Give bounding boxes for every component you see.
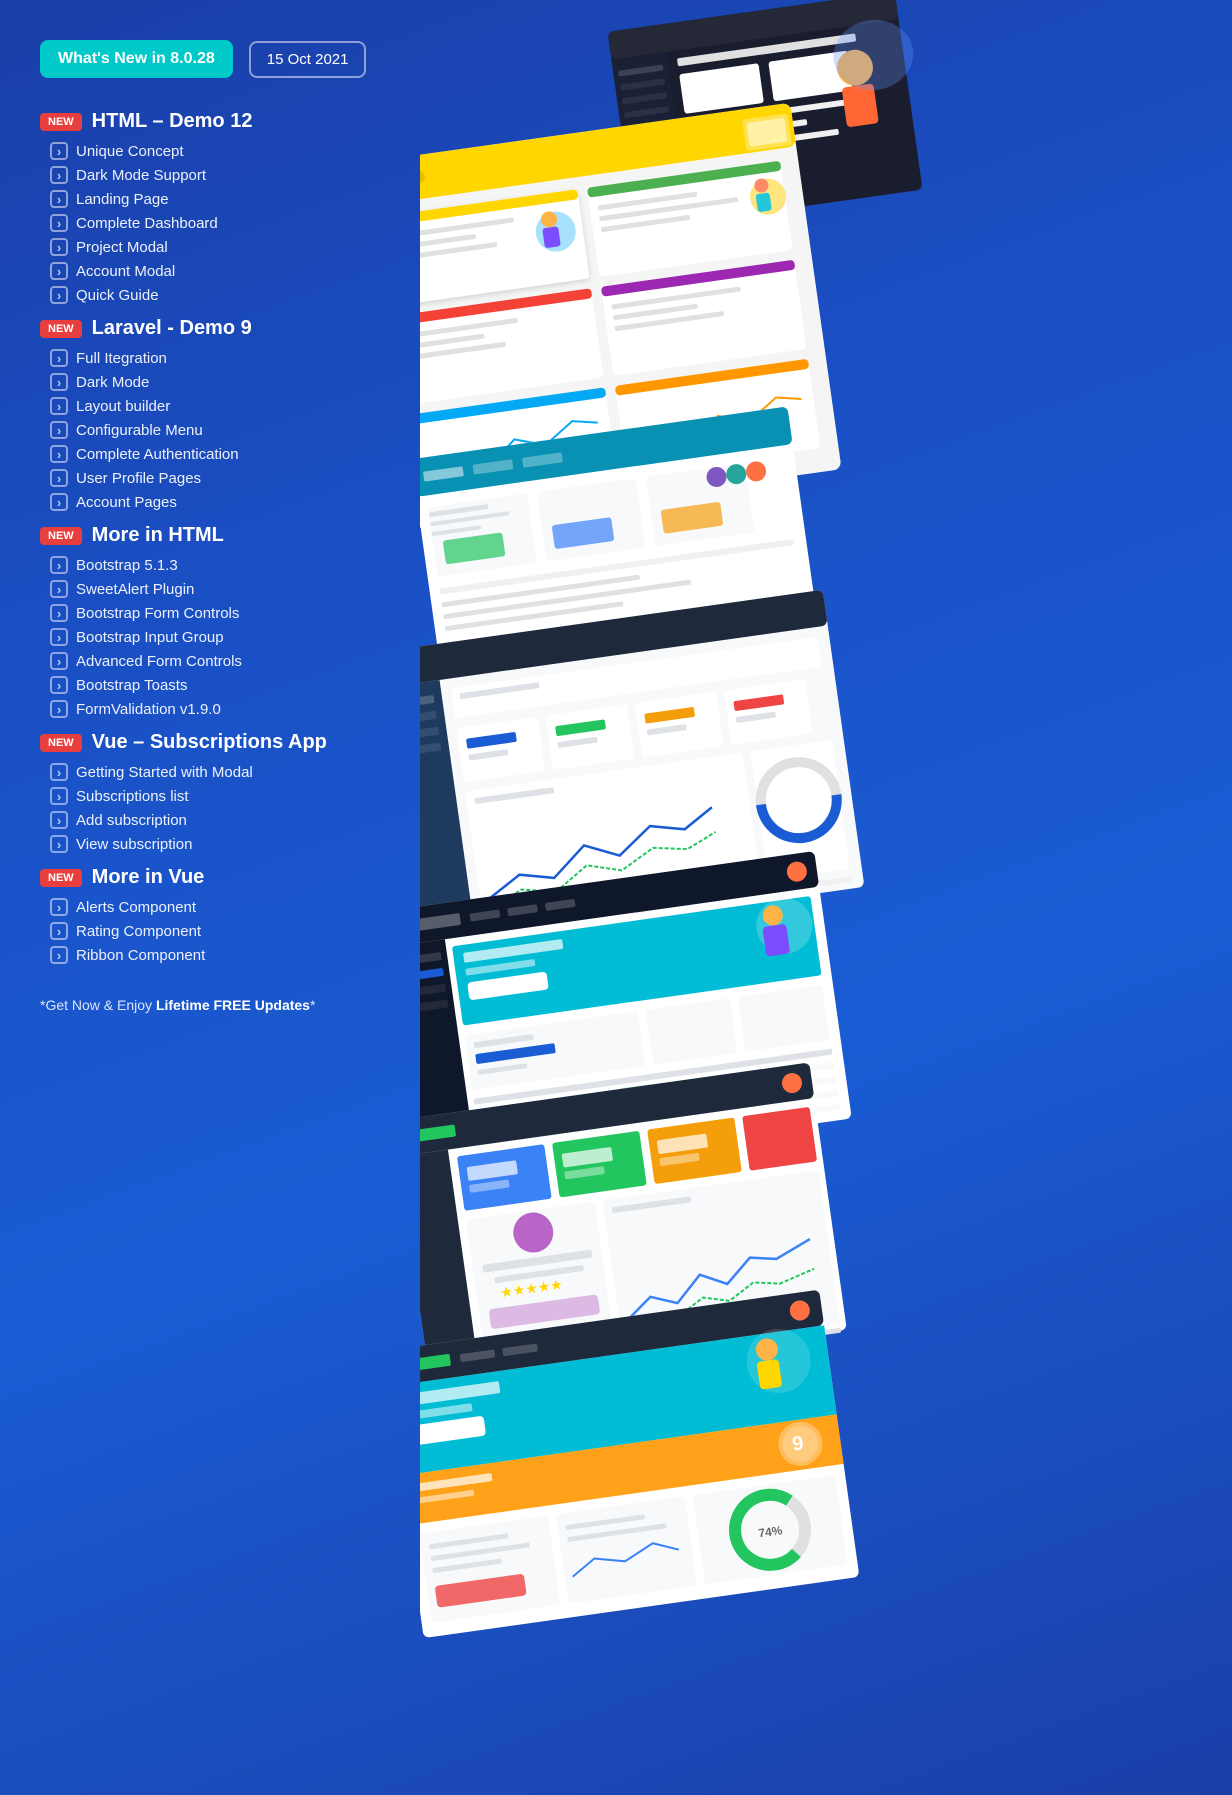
date-badge: 15 Oct 2021	[249, 41, 367, 78]
item-list-more-html: Bootstrap 5.1.3 SweetAlert Plugin Bootst…	[50, 553, 390, 721]
bullet-icon	[50, 835, 68, 853]
section-title-more-vue: More in Vue	[92, 866, 205, 889]
list-item: Alerts Component	[50, 895, 390, 919]
bullet-icon	[50, 397, 68, 415]
bullet-icon	[50, 811, 68, 829]
header-row: What's New in 8.0.28 15 Oct 2021	[40, 40, 390, 78]
section-title-laravel: Laravel - Demo 9	[92, 317, 252, 340]
new-badge-more-vue: New	[40, 869, 82, 887]
bullet-icon	[50, 262, 68, 280]
section-header-html: New HTML – Demo 12	[40, 110, 390, 133]
item-list-html: Unique Concept Dark Mode Support Landing…	[50, 139, 390, 307]
list-item: Dark Mode Support	[50, 163, 390, 187]
section-laravel: New Laravel - Demo 9 Full Itegration Dar…	[40, 317, 390, 514]
section-header-vue-subs: New Vue – Subscriptions App	[40, 731, 390, 754]
list-item: Bootstrap 5.1.3	[50, 553, 390, 577]
list-item: Full Itegration	[50, 346, 390, 370]
bullet-icon	[50, 421, 68, 439]
list-item: Subscriptions list	[50, 784, 390, 808]
list-item: View subscription	[50, 832, 390, 856]
bullet-icon	[50, 604, 68, 622]
list-item: Add subscription	[50, 808, 390, 832]
list-item: Complete Dashboard	[50, 211, 390, 235]
bullet-icon	[50, 190, 68, 208]
new-badge-vue-subs: New	[40, 734, 82, 752]
right-panel: ★★★★★	[420, 0, 924, 1795]
bullet-icon	[50, 493, 68, 511]
bullet-icon	[50, 898, 68, 916]
list-item: Project Modal	[50, 235, 390, 259]
list-item: Getting Started with Modal	[50, 760, 390, 784]
section-title-vue-subs: Vue – Subscriptions App	[92, 731, 327, 754]
section-title-more-html: More in HTML	[92, 524, 224, 547]
new-badge-html: New	[40, 113, 82, 131]
content-wrapper: What's New in 8.0.28 15 Oct 2021 New HTM…	[0, 0, 924, 1795]
bullet-icon	[50, 373, 68, 391]
list-item: Configurable Menu	[50, 418, 390, 442]
section-more-html: New More in HTML Bootstrap 5.1.3 SweetAl…	[40, 524, 390, 721]
list-item: Bootstrap Form Controls	[50, 601, 390, 625]
list-item: Unique Concept	[50, 139, 390, 163]
list-item: User Profile Pages	[50, 466, 390, 490]
list-item: Account Modal	[50, 259, 390, 283]
section-header-more-html: New More in HTML	[40, 524, 390, 547]
list-item: SweetAlert Plugin	[50, 577, 390, 601]
item-list-more-vue: Alerts Component Rating Component Ribbon…	[50, 895, 390, 967]
bullet-icon	[50, 214, 68, 232]
section-header-more-vue: New More in Vue	[40, 866, 390, 889]
footer-text: *Get Now & Enjoy Lifetime FREE Updates*	[40, 997, 390, 1013]
new-badge-laravel: New	[40, 320, 82, 338]
bullet-icon	[50, 787, 68, 805]
whats-new-badge: What's New in 8.0.28	[40, 40, 233, 78]
list-item: Ribbon Component	[50, 943, 390, 967]
bullet-icon	[50, 142, 68, 160]
list-item: Complete Authentication	[50, 442, 390, 466]
list-item: Landing Page	[50, 187, 390, 211]
list-item: Account Pages	[50, 490, 390, 514]
bullet-icon	[50, 238, 68, 256]
bullet-icon	[50, 700, 68, 718]
bullet-icon	[50, 763, 68, 781]
bullet-icon	[50, 166, 68, 184]
bullet-icon	[50, 286, 68, 304]
bullet-icon	[50, 676, 68, 694]
list-item: Advanced Form Controls	[50, 649, 390, 673]
list-item: Quick Guide	[50, 283, 390, 307]
left-panel: What's New in 8.0.28 15 Oct 2021 New HTM…	[0, 0, 420, 1795]
bullet-icon	[50, 580, 68, 598]
bullet-icon	[50, 652, 68, 670]
screenshots-svg: ★★★★★	[420, 0, 924, 1790]
bullet-icon	[50, 349, 68, 367]
section-more-vue: New More in Vue Alerts Component Rating …	[40, 866, 390, 967]
list-item: Layout builder	[50, 394, 390, 418]
section-header-laravel: New Laravel - Demo 9	[40, 317, 390, 340]
section-title-html: HTML – Demo 12	[92, 110, 253, 133]
mockup-rating: 9 74%	[420, 1290, 859, 1638]
item-list-laravel: Full Itegration Dark Mode Layout builder…	[50, 346, 390, 514]
bullet-icon	[50, 946, 68, 964]
list-item: FormValidation v1.9.0	[50, 697, 390, 721]
bullet-icon	[50, 922, 68, 940]
item-list-vue-subs: Getting Started with Modal Subscriptions…	[50, 760, 390, 856]
bullet-icon	[50, 469, 68, 487]
bullet-icon	[50, 445, 68, 463]
section-vue-subs: New Vue – Subscriptions App Getting Star…	[40, 731, 390, 856]
list-item: Bootstrap Toasts	[50, 673, 390, 697]
list-item: Bootstrap Input Group	[50, 625, 390, 649]
list-item: Rating Component	[50, 919, 390, 943]
bullet-icon	[50, 628, 68, 646]
bullet-icon	[50, 556, 68, 574]
section-html-demo: New HTML – Demo 12 Unique Concept Dark M…	[40, 110, 390, 307]
new-badge-more-html: New	[40, 527, 82, 545]
list-item: Dark Mode	[50, 370, 390, 394]
